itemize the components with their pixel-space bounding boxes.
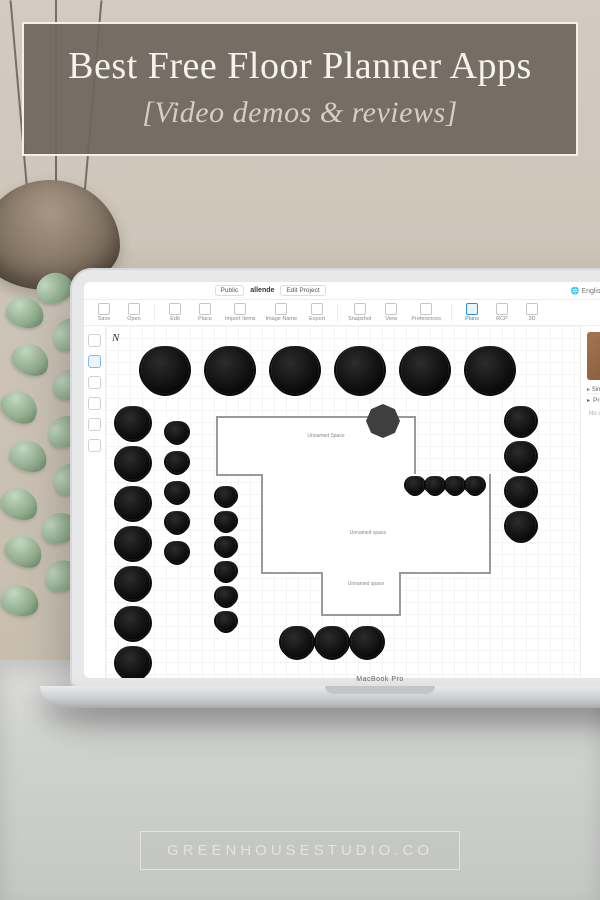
tool-select-icon[interactable] <box>88 355 101 368</box>
right-panel: ▸ Single room mode ▸Property No object s… <box>580 326 600 678</box>
compass-icon: N <box>112 332 119 344</box>
tree-icon <box>116 526 150 560</box>
tool-pan-icon[interactable] <box>88 376 101 389</box>
tool-edit[interactable]: Edit <box>165 303 185 322</box>
laptop-base <box>40 686 600 708</box>
material-swatch[interactable] <box>587 332 600 380</box>
bush-icon <box>216 486 236 506</box>
bush-icon <box>166 511 188 533</box>
bush-icon <box>426 476 444 494</box>
footer-watermark: GREENHOUSESTUDIO.CO <box>140 831 460 870</box>
tool-save[interactable]: Save <box>94 303 114 322</box>
tree-icon <box>116 646 150 678</box>
no-selection-label: No object selected <box>587 407 600 417</box>
tool-rcp[interactable]: RCP <box>492 303 512 322</box>
bush-icon <box>216 536 236 556</box>
room-label: Unnamed space <box>338 531 398 537</box>
bush-icon <box>166 421 188 443</box>
tool-preferences[interactable]: Preferences <box>411 303 441 322</box>
tree-icon <box>506 476 536 506</box>
single-room-mode-toggle[interactable]: ▸ Single room mode <box>587 386 600 393</box>
bush-icon <box>406 476 424 494</box>
tool-image-name[interactable]: Image Name <box>266 303 298 322</box>
tool-pointer-icon[interactable] <box>88 334 101 347</box>
tool-plans[interactable]: Plans <box>462 303 482 322</box>
bush-icon <box>166 451 188 473</box>
room-label: Unnamed Space <box>296 434 356 440</box>
left-toolbar <box>84 326 106 678</box>
laptop-brand-label: MacBook Pro <box>70 676 600 683</box>
house-outline <box>321 572 401 616</box>
bush-icon <box>466 476 484 494</box>
laptop-screen-bezel: Public allende Edit Project 🌐 English ▾ … <box>70 268 600 688</box>
tree-icon <box>506 441 536 471</box>
language-selector[interactable]: 🌐 English ▾ <box>571 287 600 295</box>
bush-icon <box>216 586 236 606</box>
bush-icon <box>446 476 464 494</box>
tree-icon <box>141 346 189 394</box>
tool-export[interactable]: Export <box>307 303 327 322</box>
tree-icon <box>281 626 313 658</box>
edit-project-button[interactable]: Edit Project <box>280 285 325 296</box>
room-label: Unnamed space <box>336 582 396 588</box>
app-topbar: Public allende Edit Project 🌐 English ▾ … <box>84 282 600 300</box>
app-body: N <box>84 326 600 678</box>
tree-icon <box>206 346 254 394</box>
tree-icon <box>336 346 384 394</box>
tree-icon <box>506 406 536 436</box>
tool-settings-icon[interactable] <box>88 439 101 452</box>
tool-measure-icon[interactable] <box>88 397 101 410</box>
floorplan-canvas[interactable]: N <box>106 326 580 678</box>
tree-icon <box>116 606 150 640</box>
tool-open[interactable]: Open <box>124 303 144 322</box>
tree-icon <box>351 626 383 658</box>
tree-icon <box>116 446 150 480</box>
tool-import-items[interactable]: Import Items <box>225 303 256 322</box>
tree-icon <box>316 626 348 658</box>
tool-camera-icon[interactable] <box>88 418 101 431</box>
laptop: Public allende Edit Project 🌐 English ▾ … <box>70 268 600 708</box>
bush-icon <box>216 611 236 631</box>
bush-icon <box>216 561 236 581</box>
tree-icon <box>116 406 150 440</box>
tool-3d[interactable]: 3D <box>522 303 542 322</box>
tree-icon <box>466 346 514 394</box>
public-toggle[interactable]: Public <box>215 285 245 296</box>
banner-subtitle: [Video demos & reviews] <box>42 96 558 130</box>
bush-icon <box>216 511 236 531</box>
banner-title: Best Free Floor Planner Apps <box>42 46 558 88</box>
app-toolbar: Save Open Edit Place Import Items Image … <box>84 300 600 326</box>
tree-icon <box>116 486 150 520</box>
tree-icon <box>271 346 319 394</box>
bush-icon <box>166 541 188 563</box>
tool-view[interactable]: View <box>381 303 401 322</box>
tree-icon <box>401 346 449 394</box>
title-banner: Best Free Floor Planner Apps [Video demo… <box>22 22 578 156</box>
gazebo-icon <box>366 404 400 438</box>
app-screen: Public allende Edit Project 🌐 English ▾ … <box>84 282 600 678</box>
bush-icon <box>166 481 188 503</box>
property-section[interactable]: ▸Property <box>587 393 600 407</box>
tree-icon <box>506 511 536 541</box>
tool-snapshot[interactable]: Snapshot <box>348 303 371 322</box>
tool-place[interactable]: Place <box>195 303 215 322</box>
project-name: allende <box>250 287 274 294</box>
tree-icon <box>116 566 150 600</box>
